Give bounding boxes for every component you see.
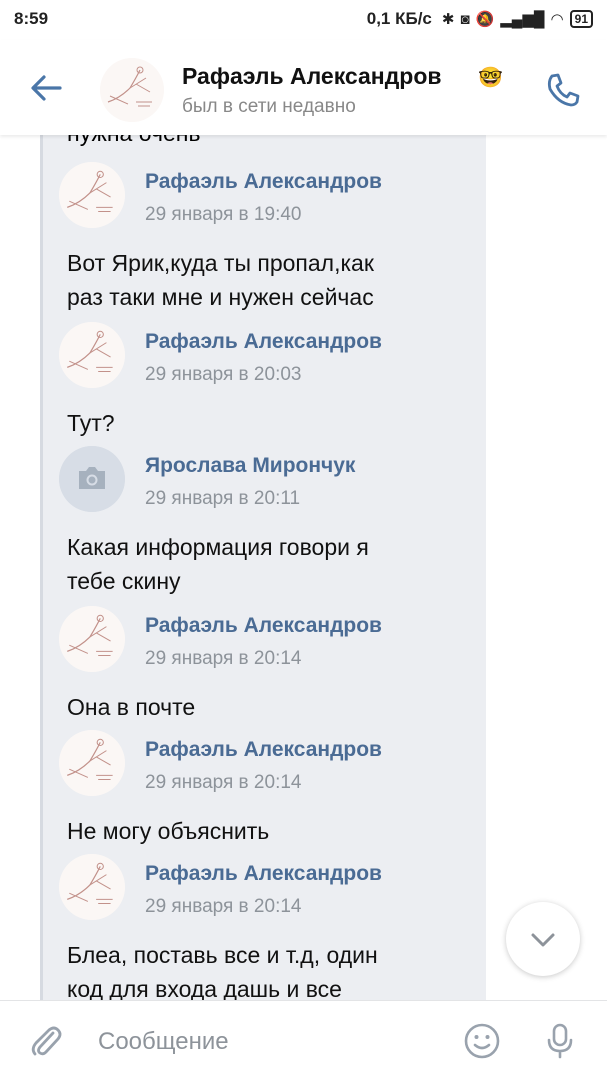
back-button[interactable] [26,68,66,108]
call-button[interactable] [542,69,584,111]
message-text-line: код для входа дашь и все [67,976,342,1000]
nerd-emoji: 🤓 [478,67,503,89]
signal-icon: ▂▄▆█ [500,11,545,28]
message-list[interactable]: нужна очень Рафаэль Александров 29 января… [0,135,607,1000]
mute-icon: 🔕 [475,11,495,28]
message-text: Она в почте [67,690,467,724]
message-time: 29 января в 19:40 [145,204,302,225]
message-text-line: Блеа, поставь все и т.д, один [67,942,378,968]
chevron-down-icon [531,933,555,947]
attach-button[interactable] [26,1021,66,1061]
camera-icon[interactable] [59,446,125,512]
voice-message-button[interactable] [540,1021,580,1061]
chat-header: Рафаэль Александров 🤓 был в сети недавно [0,40,607,135]
message-text: Не могу объяснить [67,814,467,848]
message-text: Какая информация говори я тебе скину [67,530,467,598]
sender-name[interactable]: Рафаэль Александров [145,738,382,762]
message-text-line: Вот Ярик,куда ты пропал,как [67,250,374,276]
network-speed: 0,1 КБ/с [366,9,432,28]
sender-name[interactable]: Рафаэль Александров [145,330,382,354]
bluetooth-icon: ✱ [441,11,455,28]
sender-name[interactable]: Рафаэль Александров [145,614,382,638]
vibrate-icon: ◙ [460,10,470,28]
sketch-drawing [100,58,164,122]
cut-message-text: нужна очень [67,135,200,147]
battery-icon: 91 [569,10,593,28]
phone-icon [547,73,580,107]
message-text-line: Она в почте [67,694,196,720]
status-time: 8:59 [14,9,49,28]
message-time: 29 января в 20:03 [145,364,302,385]
wifi-icon: ◠ [550,11,564,28]
sender-name[interactable]: Рафаэль Александров [145,170,382,194]
emoji-button[interactable] [462,1021,502,1061]
message-time: 29 января в 20:14 [145,896,302,917]
message-text-line: Какая информация говори я [67,534,369,560]
sender-avatar[interactable] [59,854,125,920]
status-right-group: 0,1 КБ/с ✱ ◙ 🔕 ▂▄▆█ ◠ 91 [367,9,593,29]
message-time: 29 января в 20:11 [145,488,301,509]
message-input[interactable] [96,1023,440,1061]
forwarded-messages-block: нужна очень Рафаэль Александров 29 января… [40,135,486,1000]
contact-status: был в сети недавно [182,96,356,117]
sender-name[interactable]: Рафаэль Александров [145,862,382,886]
message-time: 29 января в 20:14 [145,648,302,669]
scroll-down-button[interactable] [506,902,580,976]
message-text-line: Не могу объяснить [67,818,270,844]
message-text: Блеа, поставь все и т.д, один код для вхо… [67,938,467,1000]
message-text: Тут? [67,406,467,440]
contact-name[interactable]: Рафаэль Александров [182,63,442,90]
message-time: 29 января в 20:14 [145,772,302,793]
arrow-left-icon [31,75,62,101]
message-composer [0,1000,607,1081]
sender-avatar[interactable] [59,606,125,672]
message-text-line: раз таки мне и нужен сейчас [67,284,374,310]
message-text-line: Тут? [67,410,115,436]
microphone-icon [547,1023,573,1059]
contact-avatar[interactable] [100,58,164,122]
status-bar: 8:59 0,1 КБ/с ✱ ◙ 🔕 ▂▄▆█ ◠ 91 [0,0,607,40]
smile-icon [464,1023,500,1059]
sender-avatar[interactable] [59,162,125,228]
sender-avatar[interactable] [59,322,125,388]
paperclip-icon [31,1026,62,1056]
message-text-line: тебе скину [67,568,181,594]
sender-name[interactable]: Ярослава Мирончук [145,454,355,478]
sender-avatar[interactable] [59,730,125,796]
message-text: Вот Ярик,куда ты пропал,как раз таки мне … [67,246,467,314]
